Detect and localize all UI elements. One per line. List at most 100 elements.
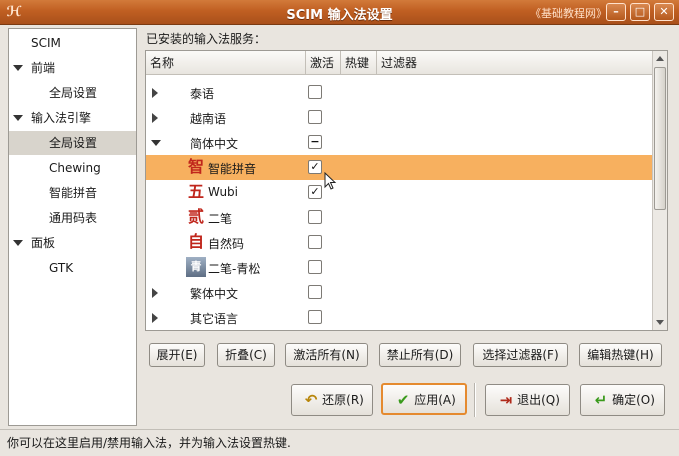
title-bar[interactable]: ℋ SCIM 输入法设置 《基础教程网》 – □ ✕ [0, 0, 679, 25]
table-row[interactable]: 简体中文 − [146, 130, 652, 155]
collapse-button[interactable]: 折叠(C) [217, 343, 275, 367]
scroll-down-arrow-icon[interactable] [656, 320, 664, 325]
revert-button[interactable]: ↶ 还原(R) [291, 384, 373, 416]
sidebar-item[interactable]: 全局设置 [9, 131, 136, 155]
row-name: 智能拼音 [208, 162, 257, 176]
status-bar: 你可以在这里启用/禁用输入法，并为输入法设置热键. [0, 429, 679, 456]
table-row[interactable]: 泰语 [146, 80, 652, 105]
input-method-icon: 青 [186, 257, 206, 277]
sidebar-item-label: GTK [49, 261, 74, 275]
im-service-table[interactable]: 名称 激活 热键 过滤器 泰语 越南语 简体中文 − 智智能拼音 ✓ 五 Wubi ✓ 贰二笔自自… [145, 50, 668, 331]
settings-tree[interactable]: SCIM 前端 全局设置 输入法引擎 全局设置 Chewing 智能拼音 通用码表 面板 GTK [8, 28, 137, 426]
expander-right-icon[interactable] [152, 88, 158, 98]
status-text: 你可以在这里启用/禁用输入法，并为输入法设置热键. [7, 436, 291, 450]
scrollbar-thumb[interactable] [654, 67, 666, 210]
sidebar-item[interactable]: Chewing [9, 156, 136, 180]
column-header-hotkey[interactable]: 热键 [340, 51, 376, 75]
row-name: 泰语 [190, 87, 215, 101]
column-header-active[interactable]: 激活 [305, 51, 340, 75]
vertical-scrollbar[interactable] [652, 51, 667, 330]
section-label: 已安装的输入法服务： [146, 32, 267, 46]
close-button[interactable]: ✕ [654, 3, 674, 21]
sidebar-item[interactable]: 智能拼音 [9, 181, 136, 205]
scroll-up-arrow-icon[interactable] [656, 56, 664, 61]
row-name: 二笔 [208, 212, 233, 226]
expander-right-icon[interactable] [152, 288, 158, 298]
expander-right-icon[interactable] [152, 113, 158, 123]
expander-down-icon[interactable] [151, 140, 161, 146]
maximize-button[interactable]: □ [630, 3, 650, 21]
sidebar-item[interactable]: 输入法引擎 [9, 106, 136, 130]
sidebar-item[interactable]: 面板 [9, 231, 136, 255]
sidebar-item-label: SCIM [31, 36, 61, 50]
ok-button[interactable]: ↵ 确定(O) [580, 384, 665, 416]
column-header-name[interactable]: 名称 [146, 51, 305, 75]
active-checkbox[interactable] [308, 235, 322, 249]
edit-hotkey-button[interactable]: 编辑热键(H) [579, 343, 662, 367]
expander-down-icon[interactable] [13, 115, 23, 121]
table-row[interactable]: 繁体中文 [146, 280, 652, 305]
sidebar-item[interactable]: SCIM [9, 31, 136, 55]
select-filter-button[interactable]: 选择过滤器(F) [473, 343, 568, 367]
input-method-icon: 五 [187, 182, 204, 201]
expander-down-icon[interactable] [13, 65, 23, 71]
sidebar-item[interactable]: 通用码表 [9, 206, 136, 230]
sidebar-item-label: 全局设置 [49, 136, 98, 150]
table-row[interactable]: 智智能拼音 ✓ [146, 155, 652, 180]
row-name: 越南语 [190, 112, 227, 126]
sidebar-item-label: 前端 [31, 61, 56, 75]
sidebar-item-label: 面板 [31, 236, 56, 250]
active-checkbox[interactable] [308, 110, 322, 124]
activate-all-button[interactable]: 激活所有(N) [285, 343, 368, 367]
sidebar-item[interactable]: 全局设置 [9, 81, 136, 105]
sidebar-item[interactable]: GTK [9, 256, 136, 280]
table-row[interactable]: 五 Wubi ✓ [146, 180, 652, 205]
mouse-cursor-icon [324, 172, 337, 190]
sidebar-item-label: Chewing [49, 161, 101, 175]
active-checkbox[interactable] [308, 310, 322, 324]
active-checkbox[interactable] [308, 85, 322, 99]
sidebar-item-label: 通用码表 [49, 211, 98, 225]
watermark-text: 《基础教程网》 [530, 7, 607, 20]
row-name: 其它语言 [190, 312, 239, 326]
apply-button[interactable]: ✔ 应用(A) [381, 383, 467, 415]
disable-all-button[interactable]: 禁止所有(D) [379, 343, 461, 367]
sidebar-item[interactable]: 前端 [9, 56, 136, 80]
revert-label: 还原(R) [322, 393, 364, 407]
active-checkbox[interactable] [308, 210, 322, 224]
expander-right-icon[interactable] [152, 313, 158, 323]
table-row[interactable]: 贰二笔 [146, 205, 652, 230]
table-row[interactable]: 青二笔-青松 [146, 255, 652, 280]
table-header: 名称 激活 热键 过滤器 [146, 51, 652, 75]
active-checkbox[interactable] [308, 285, 322, 299]
sidebar-item-label: 输入法引擎 [31, 111, 92, 125]
button-separator [474, 383, 476, 417]
sidebar-item-label: 智能拼音 [49, 186, 98, 200]
input-method-icon: 智 [187, 157, 204, 176]
checkmark-icon: ✔ [396, 391, 410, 409]
expander-down-icon[interactable] [13, 240, 23, 246]
minimize-button[interactable]: – [606, 3, 626, 21]
revert-icon: ↶ [304, 391, 318, 409]
active-checkbox[interactable]: ✓ [308, 185, 322, 199]
enter-arrow-icon: ↵ [594, 391, 608, 409]
ok-label: 确定(O) [612, 393, 655, 407]
row-name: 二笔-青松 [208, 262, 261, 276]
input-method-icon: 自 [187, 232, 204, 251]
apply-label: 应用(A) [414, 393, 456, 407]
expand-button[interactable]: 展开(E) [149, 343, 205, 367]
row-name: 简体中文 [190, 137, 239, 151]
column-header-filter[interactable]: 过滤器 [376, 51, 652, 75]
quit-button[interactable]: ⇥ 退出(Q) [485, 384, 570, 416]
active-checkbox[interactable]: ✓ [308, 160, 322, 174]
input-method-icon: 贰 [187, 207, 204, 226]
active-checkbox[interactable] [308, 260, 322, 274]
row-name: 繁体中文 [190, 287, 239, 301]
sidebar-item-label: 全局设置 [49, 86, 98, 100]
active-checkbox[interactable]: − [308, 135, 322, 149]
table-row[interactable]: 其它语言 [146, 305, 652, 330]
quit-label: 退出(Q) [517, 393, 560, 407]
row-name: 自然码 [208, 237, 245, 251]
table-row[interactable]: 越南语 [146, 105, 652, 130]
table-row[interactable]: 自自然码 [146, 230, 652, 255]
